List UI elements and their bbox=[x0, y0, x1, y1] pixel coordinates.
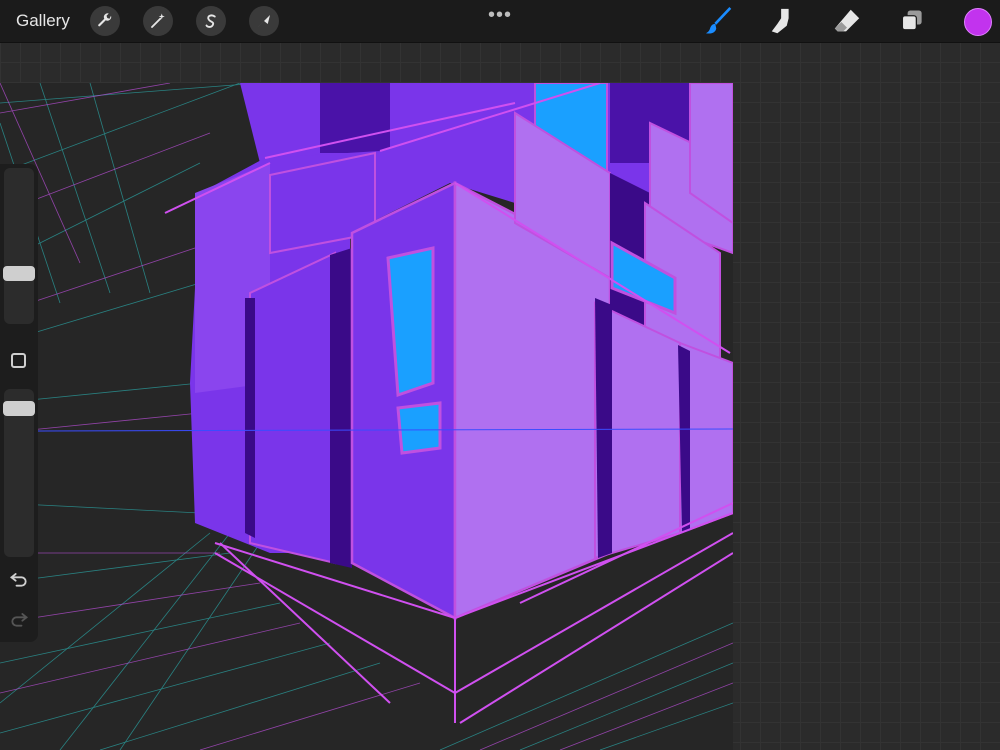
drawing-canvas[interactable] bbox=[0, 83, 733, 750]
gallery-button[interactable]: Gallery bbox=[16, 11, 70, 31]
redo-button[interactable] bbox=[8, 609, 30, 631]
selection-s-icon bbox=[205, 14, 216, 28]
brush-tool-button[interactable] bbox=[704, 5, 736, 37]
more-options-button[interactable]: ••• bbox=[488, 4, 512, 27]
undo-icon bbox=[10, 573, 27, 587]
layers-button[interactable] bbox=[896, 5, 928, 37]
opacity-slider[interactable] bbox=[3, 389, 35, 557]
brush-icon bbox=[705, 6, 732, 34]
magic-wand-icon bbox=[151, 13, 165, 28]
smudge-tool-button[interactable] bbox=[767, 5, 799, 37]
brush-size-slider[interactable] bbox=[3, 168, 35, 324]
color-picker-button[interactable] bbox=[964, 8, 992, 36]
wrench-icon bbox=[98, 13, 112, 27]
eraser-icon bbox=[834, 9, 860, 32]
modify-button[interactable] bbox=[11, 353, 26, 368]
smudge-finger-icon bbox=[771, 8, 789, 34]
redo-icon bbox=[11, 613, 28, 627]
eraser-tool-button[interactable] bbox=[831, 5, 863, 37]
actions-button[interactable] bbox=[90, 6, 120, 36]
selection-button[interactable] bbox=[196, 6, 226, 36]
opacity-thumb[interactable] bbox=[3, 401, 35, 416]
artwork bbox=[0, 83, 733, 750]
top-toolbar: Gallery ••• bbox=[0, 0, 1000, 43]
layers-icon bbox=[901, 10, 922, 31]
brush-size-thumb[interactable] bbox=[3, 266, 35, 281]
undo-button[interactable] bbox=[8, 569, 30, 591]
sidebar bbox=[0, 164, 38, 642]
arrow-cursor-icon bbox=[258, 15, 270, 27]
adjustments-button[interactable] bbox=[143, 6, 173, 36]
transform-button[interactable] bbox=[249, 6, 279, 36]
